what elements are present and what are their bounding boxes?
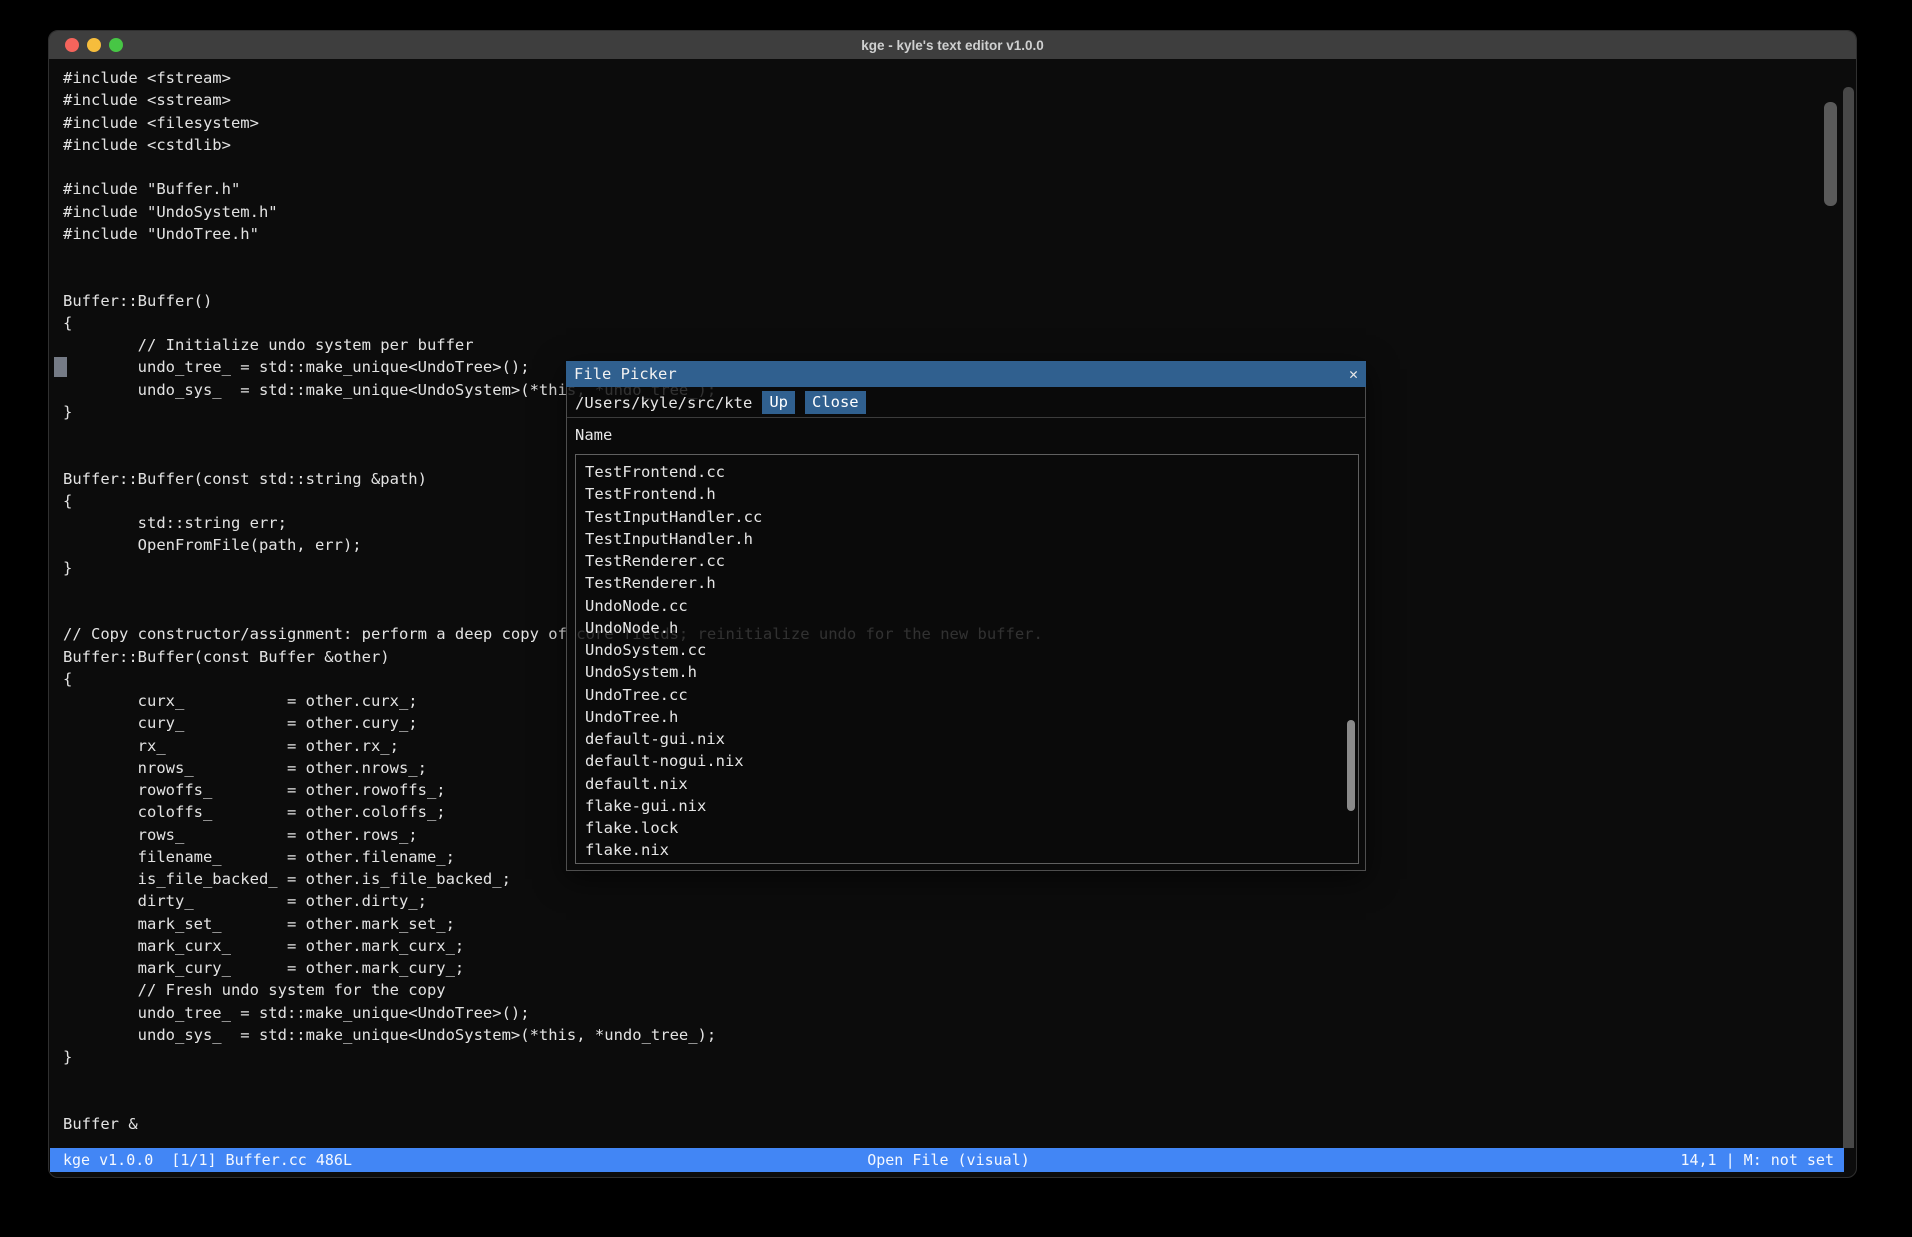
file-item[interactable]: UndoTree.h: [576, 706, 1358, 728]
traffic-lights: [65, 31, 123, 59]
file-item[interactable]: UndoNode.cc: [576, 595, 1358, 617]
code-line: [63, 245, 1856, 267]
code-line: #include <filesystem>: [63, 112, 1856, 134]
file-item[interactable]: default-gui.nix: [576, 728, 1358, 750]
file-item[interactable]: UndoSystem.cc: [576, 639, 1358, 661]
code-line: Buffer::Buffer(): [63, 290, 1856, 312]
code-line: mark_curx_ = other.mark_curx_;: [63, 935, 1856, 957]
file-item[interactable]: TestInputHandler.cc: [576, 506, 1358, 528]
status-bar: kge v1.0.0 [1/1] Buffer.cc 486L Open Fil…: [50, 1148, 1844, 1172]
file-picker-dialog: File Picker ✕ /Users/kyle/src/kte Up Clo…: [566, 361, 1366, 871]
window-titlebar[interactable]: kge - kyle's text editor v1.0.0: [49, 31, 1856, 59]
status-file-info: kge v1.0.0 [1/1] Buffer.cc 486L: [63, 1151, 653, 1169]
code-line: #include "UndoSystem.h": [63, 201, 1856, 223]
close-button[interactable]: Close: [805, 391, 866, 414]
file-picker-title: File Picker: [574, 365, 1349, 383]
file-item[interactable]: flake.nix: [576, 839, 1358, 861]
code-line: #include "Buffer.h": [63, 178, 1856, 200]
code-line: undo_tree_ = std::make_unique<UndoTree>(…: [63, 1002, 1856, 1024]
file-item[interactable]: flake-gui.nix: [576, 795, 1358, 817]
code-line: is_file_backed_ = other.is_file_backed_;: [63, 868, 1856, 890]
file-item[interactable]: flake.lock: [576, 817, 1358, 839]
file-item[interactable]: default.nix: [576, 773, 1358, 795]
code-line: undo_sys_ = std::make_unique<UndoSystem>…: [63, 1024, 1856, 1046]
code-line: [63, 1068, 1856, 1090]
name-column-header: Name: [575, 426, 612, 444]
code-line: #include <cstdlib>: [63, 134, 1856, 156]
code-line: dirty_ = other.dirty_;: [63, 890, 1856, 912]
status-mode: Open File (visual): [653, 1151, 1243, 1169]
code-line: {: [63, 312, 1856, 334]
window-scrollbar-track[interactable]: [1843, 87, 1854, 1148]
editor-scrollbar-thumb[interactable]: [1824, 102, 1837, 206]
file-item[interactable]: TestFrontend.cc: [576, 461, 1358, 483]
file-item[interactable]: TestRenderer.h: [576, 572, 1358, 594]
code-line: mark_set_ = other.mark_set_;: [63, 913, 1856, 935]
code-line: [63, 156, 1856, 178]
up-button[interactable]: Up: [762, 391, 795, 414]
file-picker-titlebar[interactable]: File Picker ✕: [566, 361, 1366, 387]
code-line: #include <sstream>: [63, 89, 1856, 111]
zoom-window-icon[interactable]: [109, 38, 123, 52]
minimize-window-icon[interactable]: [87, 38, 101, 52]
file-item[interactable]: TestInputHandler.h: [576, 528, 1358, 550]
file-list-header: Name: [567, 418, 1365, 452]
file-item[interactable]: UndoTree.cc: [576, 684, 1358, 706]
file-item[interactable]: default-nogui.nix: [576, 750, 1358, 772]
close-icon[interactable]: ✕: [1349, 365, 1358, 383]
file-list-scrollbar-thumb[interactable]: [1347, 720, 1355, 811]
code-line: // Initialize undo system per buffer: [63, 334, 1856, 356]
file-list[interactable]: TestFrontend.ccTestFrontend.hTestInputHa…: [575, 454, 1359, 864]
window-title: kge - kyle's text editor v1.0.0: [49, 38, 1856, 53]
code-line: [63, 1091, 1856, 1113]
code-line: [63, 267, 1856, 289]
close-window-icon[interactable]: [65, 38, 79, 52]
file-picker-path-row: /Users/kyle/src/kte Up Close: [567, 388, 1365, 418]
text-cursor: [54, 357, 67, 377]
code-line: mark_cury_ = other.mark_cury_;: [63, 957, 1856, 979]
file-item[interactable]: TestFrontend.h: [576, 483, 1358, 505]
code-line: #include <fstream>: [63, 67, 1856, 89]
status-cursor-position: 14,1 | M: not set: [1244, 1151, 1834, 1169]
code-line: // Fresh undo system for the copy: [63, 979, 1856, 1001]
editor-window: kge - kyle's text editor v1.0.0 #include…: [48, 30, 1857, 1178]
code-line: }: [63, 1046, 1856, 1068]
file-item[interactable]: UndoNode.h: [576, 617, 1358, 639]
file-item[interactable]: TestRenderer.cc: [576, 550, 1358, 572]
code-line: Buffer &: [63, 1113, 1856, 1135]
file-item[interactable]: UndoSystem.h: [576, 661, 1358, 683]
current-path: /Users/kyle/src/kte: [575, 394, 752, 412]
code-line: #include "UndoTree.h": [63, 223, 1856, 245]
